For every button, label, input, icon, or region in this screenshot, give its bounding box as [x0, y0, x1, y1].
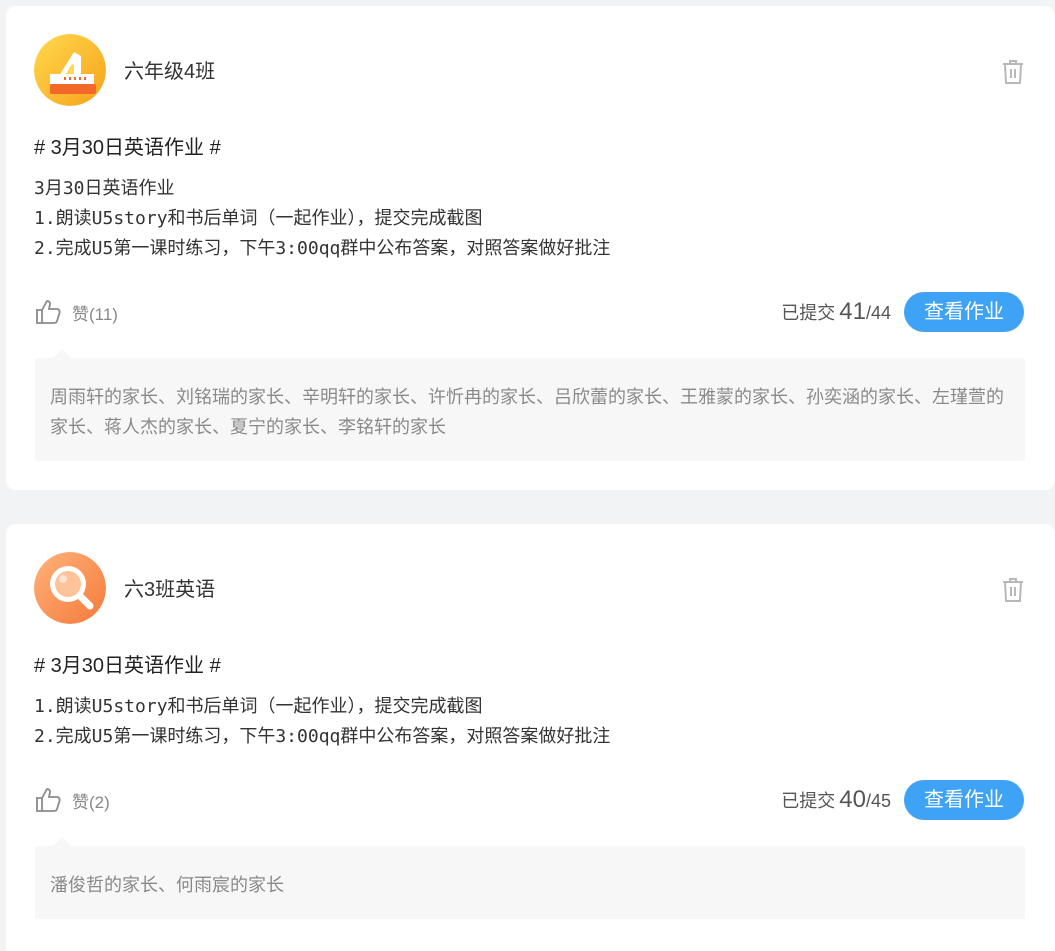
homework-card: 六年级4班 # 3月30日英语作业 # 3月30日英语作业 1.朗读U5stor… — [6, 6, 1055, 490]
class-name: 六年级4班 — [124, 61, 216, 83]
submitted-count: 41 — [839, 298, 866, 325]
parents-names: 周雨轩的家长、刘铭瑞的家长、辛明轩的家长、许忻冉的家长、吕欣蕾的家长、王雅蒙的家… — [50, 387, 1004, 437]
thumbs-up-icon — [36, 788, 61, 812]
homework-line: 1.朗读U5story和书后单词（一起作业），提交完成截图 — [34, 208, 483, 229]
ruler-logo-icon — [34, 34, 106, 106]
view-homework-button[interactable]: 查看作业 — [904, 292, 1024, 332]
submitted-label: 已提交 — [781, 791, 836, 811]
like-count: 赞(11) — [72, 304, 118, 324]
homework-title: # 3月30日英语作业 # — [34, 655, 221, 677]
like-count: 赞(2) — [72, 792, 110, 812]
submitted-label: 已提交 — [781, 303, 836, 323]
homework-body: 3月30日英语作业 1.朗读U5story和书后单词（一起作业），提交完成截图 … — [34, 174, 610, 264]
homework-line: 2.完成U5第一课时练习，下午3:00qq群中公布答案，对照答案做好批注 — [34, 238, 611, 259]
submission-status: 已提交 41 /44 — [781, 298, 891, 326]
view-homework-button[interactable]: 查看作业 — [904, 780, 1024, 820]
parents-names: 潘俊哲的家长、何雨宸的家长 — [50, 875, 284, 895]
thumbs-up-icon — [36, 300, 61, 324]
submitted-total: /44 — [865, 303, 891, 323]
trash-icon[interactable] — [1001, 58, 1025, 86]
like-button[interactable]: 赞(2) — [34, 786, 110, 814]
homework-title: # 3月30日英语作业 # — [34, 137, 221, 159]
homework-line: 2.完成U5第一课时练习，下午3:00qq群中公布答案，对照答案做好批注 — [34, 726, 611, 747]
homework-body: 1.朗读U5story和书后单词（一起作业），提交完成截图 2.完成U5第一课时… — [34, 692, 610, 752]
homework-card: 六3班英语 # 3月30日英语作业 # 1.朗读U5story和书后单词（一起作… — [6, 524, 1055, 951]
submitted-parents-list: 潘俊哲的家长、何雨宸的家长 — [35, 837, 1025, 919]
submission-status: 已提交 40 /45 — [781, 786, 891, 814]
class-name: 六3班英语 — [124, 579, 216, 601]
homework-line: 1.朗读U5story和书后单词（一起作业），提交完成截图 — [34, 696, 483, 717]
submitted-total: /45 — [865, 791, 891, 811]
homework-line: 3月30日英语作业 — [34, 178, 175, 199]
submitted-count: 40 — [839, 786, 866, 813]
submitted-parents-list: 周雨轩的家长、刘铭瑞的家长、辛明轩的家长、许忻冉的家长、吕欣蕾的家长、王雅蒙的家… — [35, 349, 1025, 461]
magnifier-logo-icon — [34, 552, 106, 624]
trash-icon[interactable] — [1001, 576, 1025, 604]
like-button[interactable]: 赞(11) — [34, 298, 118, 326]
